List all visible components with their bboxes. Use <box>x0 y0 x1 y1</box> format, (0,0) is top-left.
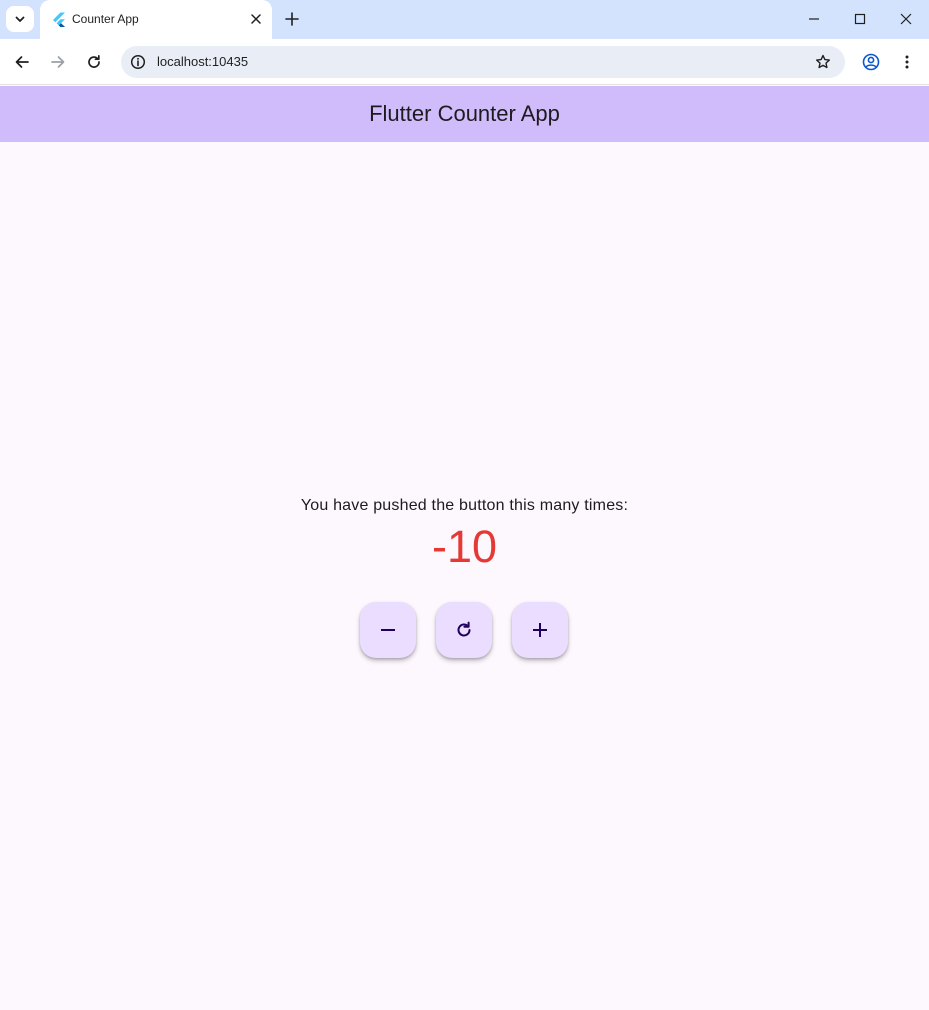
decrement-button[interactable] <box>360 602 416 658</box>
maximize-icon <box>854 13 866 25</box>
address-bar[interactable]: localhost:10435 <box>121 46 845 78</box>
app-body: You have pushed the button this many tim… <box>0 142 929 1010</box>
browser-toolbar: localhost:10435 <box>0 39 929 85</box>
app-title: Flutter Counter App <box>369 101 560 126</box>
site-info-button[interactable] <box>128 52 148 72</box>
app-bar: Flutter Counter App <box>0 86 929 142</box>
close-icon <box>251 14 261 24</box>
window-close-button[interactable] <box>891 5 921 33</box>
add-icon <box>533 623 547 637</box>
profile-icon <box>862 53 880 71</box>
increment-button[interactable] <box>512 602 568 658</box>
site-info-icon <box>130 54 146 70</box>
arrow-right-icon <box>51 56 65 68</box>
browser-menu-button[interactable] <box>892 47 922 77</box>
refresh-icon <box>457 621 471 637</box>
remove-icon <box>381 629 395 631</box>
reload-button[interactable] <box>79 47 109 77</box>
tab-title: Counter App <box>72 12 139 26</box>
minimize-button[interactable] <box>799 5 829 33</box>
profile-button[interactable] <box>856 47 886 77</box>
reset-button[interactable] <box>436 602 492 658</box>
reload-icon <box>88 54 100 68</box>
bookmark-button[interactable] <box>813 52 833 72</box>
back-button[interactable] <box>7 47 37 77</box>
chevron-down-icon <box>15 16 25 22</box>
new-tab-button[interactable] <box>280 7 304 31</box>
star-icon <box>816 54 830 69</box>
flutter-logo-icon <box>53 12 65 27</box>
minimize-icon <box>809 18 819 20</box>
tab-search-button[interactable] <box>6 6 34 32</box>
forward-button[interactable] <box>43 47 73 77</box>
plus-icon <box>285 12 299 26</box>
close-icon <box>900 13 912 25</box>
more-vert-icon <box>905 55 909 69</box>
maximize-button[interactable] <box>845 5 875 33</box>
tab-strip: Counter App <box>0 0 929 39</box>
tab-counter-app[interactable]: Counter App <box>40 0 272 39</box>
url-text: localhost:10435 <box>157 54 249 69</box>
counter-value: -10 <box>431 521 498 572</box>
tab-close-button[interactable] <box>248 11 264 27</box>
arrow-left-icon <box>15 56 29 68</box>
counter-prompt: You have pushed the button this many tim… <box>300 497 629 514</box>
